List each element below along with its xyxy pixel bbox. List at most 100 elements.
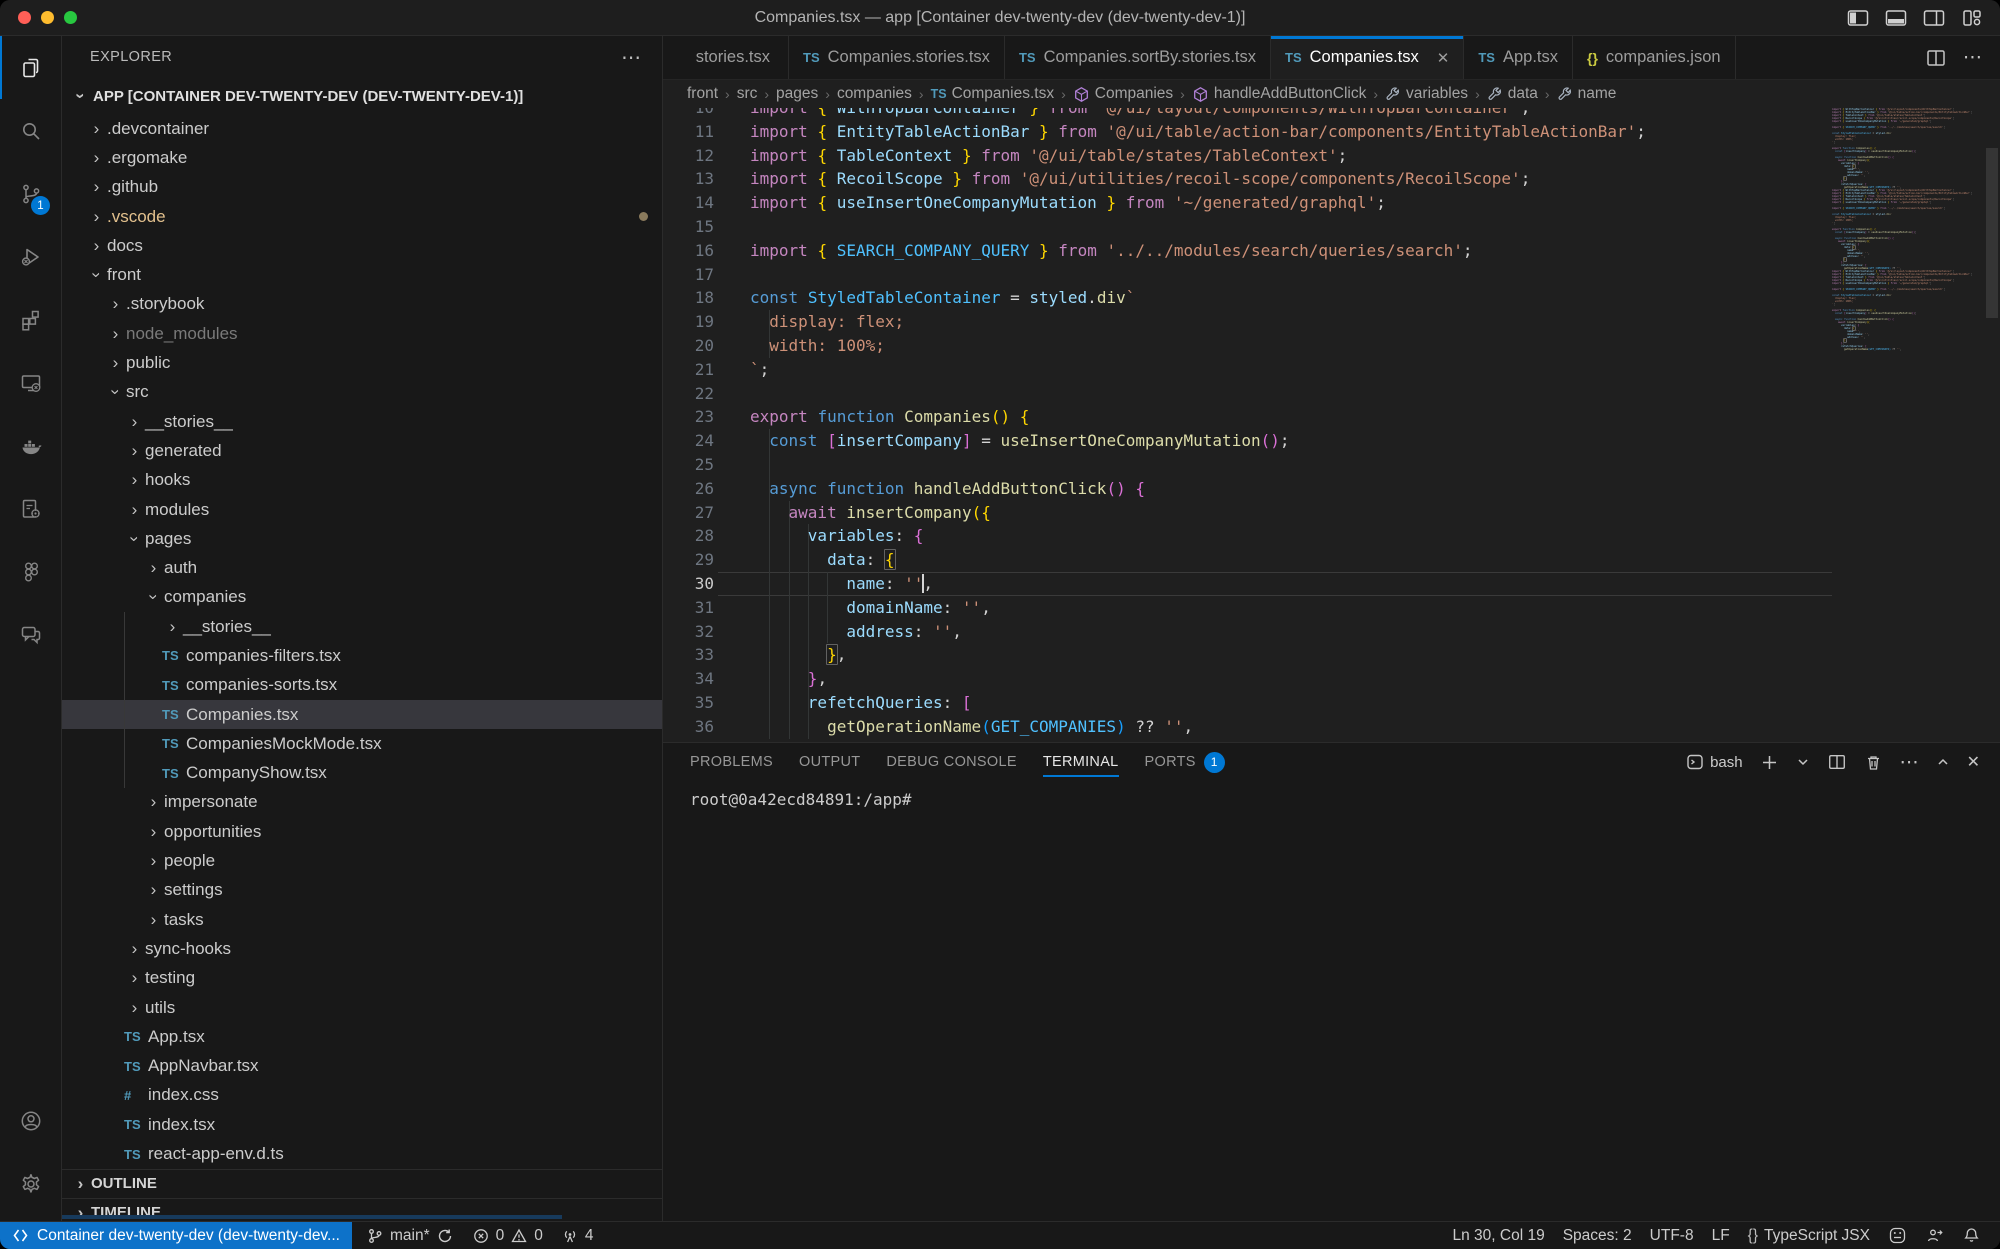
source-control-activity-icon[interactable]: 1 bbox=[0, 162, 61, 225]
notifications-bell-icon[interactable] bbox=[1953, 1226, 1990, 1245]
tree-folder--github[interactable]: ›.github bbox=[62, 173, 662, 202]
tree-file-companies-filters-tsx[interactable]: TScompanies-filters.tsx bbox=[62, 641, 662, 670]
breadcrumb-item-front[interactable]: front bbox=[687, 85, 718, 103]
tree-folder--devcontainer[interactable]: ›.devcontainer bbox=[62, 114, 662, 143]
eol-status[interactable]: LF bbox=[1703, 1227, 1739, 1245]
tree-folder-utils[interactable]: ›utils bbox=[62, 993, 662, 1022]
tree-file-companiesmockmode-tsx[interactable]: TSCompaniesMockMode.tsx bbox=[62, 729, 662, 758]
figma-activity-icon[interactable] bbox=[0, 540, 61, 603]
tree-folder-sync-hooks[interactable]: ›sync-hooks bbox=[62, 934, 662, 963]
tab-companies-tsx[interactable]: TSCompanies.tsx✕ bbox=[1271, 36, 1464, 79]
tree-folder-node-modules[interactable]: ›node_modules bbox=[62, 319, 662, 348]
tree-folder-auth[interactable]: ›auth bbox=[62, 553, 662, 582]
tree-file-react-app-env-d-ts[interactable]: TSreact-app-env.d.ts bbox=[62, 1139, 662, 1168]
remote-explorer-activity-icon[interactable] bbox=[0, 351, 61, 414]
tree-folder--stories-[interactable]: ›__stories__ bbox=[62, 612, 662, 641]
panel-tab-output[interactable]: OUTPUT bbox=[799, 743, 860, 781]
breadcrumb-item-companies[interactable]: Companies bbox=[1073, 85, 1173, 103]
tree-folder--ergomake[interactable]: ›.ergomake bbox=[62, 143, 662, 172]
kill-terminal-trash-icon[interactable] bbox=[1864, 753, 1883, 772]
tree-folder-docs[interactable]: ›docs bbox=[62, 231, 662, 260]
add-terminal-icon[interactable] bbox=[1760, 753, 1779, 772]
tab-companies-sortby-stories-tsx[interactable]: TSCompanies.sortBy.stories.tsx bbox=[1005, 36, 1271, 79]
explorer-activity-icon[interactable] bbox=[0, 36, 61, 99]
sidebar-horizontal-scrollbar[interactable] bbox=[62, 1215, 562, 1219]
tree-folder-pages[interactable]: ›pages bbox=[62, 524, 662, 553]
tree-folder--storybook[interactable]: ›.storybook bbox=[62, 290, 662, 319]
account-activity-icon[interactable] bbox=[0, 1089, 61, 1152]
tree-folder-testing[interactable]: ›testing bbox=[62, 964, 662, 993]
encoding-status[interactable]: UTF-8 bbox=[1641, 1227, 1703, 1245]
tree-folder-src[interactable]: ›src bbox=[62, 378, 662, 407]
ports-status[interactable]: 4 bbox=[552, 1222, 603, 1249]
feedback-icon[interactable] bbox=[1916, 1226, 1953, 1245]
breadcrumb-item-handleaddbuttonclick[interactable]: handleAddButtonClick bbox=[1192, 85, 1367, 103]
tree-file-index-css[interactable]: #index.css bbox=[62, 1081, 662, 1110]
breadcrumb-item-data[interactable]: data bbox=[1487, 85, 1538, 103]
layout-sidebar-left-icon[interactable] bbox=[1846, 6, 1870, 30]
extensions-activity-icon[interactable] bbox=[0, 288, 61, 351]
tree-file-appnavbar-tsx[interactable]: TSAppNavbar.tsx bbox=[62, 1052, 662, 1081]
container-tools-activity-icon[interactable] bbox=[0, 477, 61, 540]
breadcrumb-item-variables[interactable]: variables bbox=[1385, 85, 1468, 103]
tree-folder-people[interactable]: ›people bbox=[62, 846, 662, 875]
close-tab-icon[interactable]: ✕ bbox=[1437, 49, 1450, 67]
problems-status[interactable]: 0 0 bbox=[463, 1222, 552, 1249]
tree-file-index-tsx[interactable]: TSindex.tsx bbox=[62, 1110, 662, 1139]
indentation-status[interactable]: Spaces: 2 bbox=[1554, 1227, 1641, 1245]
comments-activity-icon[interactable] bbox=[0, 603, 61, 666]
split-editor-icon[interactable] bbox=[1925, 47, 1947, 69]
minimize-window-button[interactable] bbox=[41, 11, 54, 24]
tab-app-tsx[interactable]: TSApp.tsx bbox=[1464, 36, 1573, 79]
breadcrumb-item-companies-tsx[interactable]: TSCompanies.tsx bbox=[931, 85, 1055, 103]
breadcrumb-item-companies[interactable]: companies bbox=[837, 85, 912, 103]
remote-indicator[interactable]: Container dev-twenty-dev (dev-twenty-dev… bbox=[0, 1222, 352, 1249]
workspace-section-header[interactable]: › APP [CONTAINER DEV-TWENTY-DEV (DEV-TWE… bbox=[62, 78, 662, 114]
layout-panel-icon[interactable] bbox=[1884, 6, 1908, 30]
tree-file-companyshow-tsx[interactable]: TSCompanyShow.tsx bbox=[62, 759, 662, 788]
panel-tab-terminal[interactable]: TERMINAL bbox=[1043, 743, 1119, 781]
tree-folder-companies[interactable]: ›companies bbox=[62, 583, 662, 612]
explorer-more-actions-icon[interactable]: ⋯ bbox=[621, 45, 642, 70]
tab-stories-tsx[interactable]: stories.tsx bbox=[663, 36, 789, 79]
cursor-position-status[interactable]: Ln 30, Col 19 bbox=[1444, 1227, 1554, 1245]
breadcrumb-item-name[interactable]: name bbox=[1557, 85, 1617, 103]
tree-folder--stories-[interactable]: ›__stories__ bbox=[62, 407, 662, 436]
tab-companies-stories-tsx[interactable]: TSCompanies.stories.tsx bbox=[789, 36, 1005, 79]
tree-folder-modules[interactable]: ›modules bbox=[62, 495, 662, 524]
settings-activity-icon[interactable] bbox=[0, 1152, 61, 1215]
split-terminal-icon[interactable] bbox=[1827, 752, 1847, 772]
tree-folder-hooks[interactable]: ›hooks bbox=[62, 466, 662, 495]
search-activity-icon[interactable] bbox=[0, 99, 61, 162]
editor-more-actions-icon[interactable]: ⋯ bbox=[1963, 46, 1982, 69]
breadcrumb-item-src[interactable]: src bbox=[737, 85, 758, 103]
tab-companies-json[interactable]: {}companies.json bbox=[1573, 36, 1736, 79]
docker-activity-icon[interactable] bbox=[0, 414, 61, 477]
breadcrumb-item-pages[interactable]: pages bbox=[776, 85, 818, 103]
tree-folder-generated[interactable]: ›generated bbox=[62, 436, 662, 465]
tree-folder-front[interactable]: ›front bbox=[62, 260, 662, 289]
tree-file-app-tsx[interactable]: TSApp.tsx bbox=[62, 1022, 662, 1051]
panel-tab-ports[interactable]: PORTS1 bbox=[1145, 743, 1225, 781]
run-debug-activity-icon[interactable] bbox=[0, 225, 61, 288]
outline-section-header[interactable]: › OUTLINE bbox=[62, 1169, 662, 1198]
panel-tab-problems[interactable]: PROBLEMS bbox=[690, 743, 773, 781]
close-window-button[interactable] bbox=[18, 11, 31, 24]
terminal-dropdown-icon[interactable] bbox=[1796, 755, 1810, 769]
git-branch-status[interactable]: main* bbox=[352, 1222, 463, 1249]
layout-customize-icon[interactable] bbox=[1960, 6, 1984, 30]
tree-file-companies-tsx[interactable]: TSCompanies.tsx bbox=[62, 700, 662, 729]
editor-scrollbar[interactable] bbox=[1986, 148, 1998, 318]
minimap[interactable]: import { WithTopBarContainer } from '@/u… bbox=[1832, 108, 1983, 742]
terminal-output[interactable]: root@0a42ecd84891:/app# bbox=[663, 781, 2000, 1221]
tree-folder-opportunities[interactable]: ›opportunities bbox=[62, 817, 662, 846]
tree-folder-settings[interactable]: ›settings bbox=[62, 876, 662, 905]
code-editor[interactable]: 1011121314151617181920212223242526272829… bbox=[663, 108, 2000, 742]
tree-folder--vscode[interactable]: ›.vscode bbox=[62, 202, 662, 231]
tree-folder-impersonate[interactable]: ›impersonate bbox=[62, 788, 662, 817]
layout-sidebar-right-icon[interactable] bbox=[1922, 6, 1946, 30]
panel-more-actions-icon[interactable]: ⋯ bbox=[1900, 751, 1919, 774]
maximize-panel-icon[interactable] bbox=[1936, 755, 1950, 769]
terminal-shell-selector[interactable]: bash bbox=[1686, 753, 1743, 771]
close-panel-icon[interactable]: ✕ bbox=[1967, 752, 1980, 772]
